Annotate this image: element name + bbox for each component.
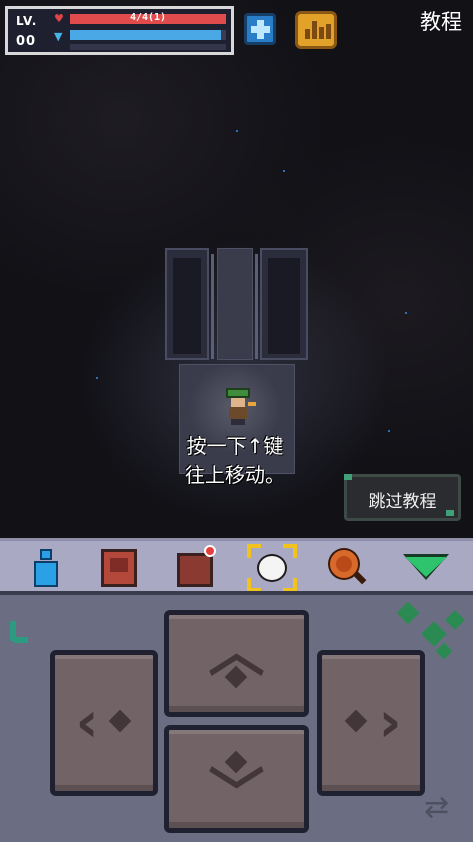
- pipe: [255, 254, 258, 359]
- character-icon: [40, 549, 52, 560]
- notification-badge: [204, 545, 216, 557]
- skip-tutorial-label: 跳过教程: [368, 492, 437, 512]
- player-status-panel: LV. 00 ♥ ▼ 4/4(1): [5, 6, 234, 55]
- chevron-down-icon: [405, 557, 447, 577]
- bottom-toolbar: [0, 538, 473, 592]
- star: [283, 170, 285, 172]
- backpack-icon: [177, 553, 213, 587]
- arrow-right-icon: ›: [378, 690, 402, 755]
- bar-chart-icon: [305, 29, 310, 39]
- move-down-button[interactable]: ﹀: [164, 725, 309, 833]
- health-bar: 4/4(1): [70, 12, 226, 24]
- hint-line: 往上移动。: [185, 463, 285, 487]
- pipe: [211, 254, 214, 359]
- mana-bar: [70, 30, 226, 40]
- game-viewport: LV. 00 ♥ ▼ 4/4(1) 教程 按一下↑键 往上移动。 跳过教程: [0, 0, 473, 538]
- move-right-button[interactable]: ›: [317, 650, 425, 796]
- skip-tutorial-button[interactable]: 跳过教程: [344, 474, 461, 521]
- collapse-toolbar-button[interactable]: [403, 547, 449, 589]
- tutorial-hint: 按一下↑键 往上移动。: [160, 432, 310, 490]
- level-value: 00: [16, 34, 37, 49]
- vine-decoration: [396, 601, 420, 625]
- star: [388, 430, 390, 432]
- inventory-icon: [101, 549, 137, 587]
- swap-icon[interactable]: ⇄: [424, 790, 449, 825]
- mana-drop-icon: ▼: [54, 30, 63, 43]
- hint-line: 按一下↑键: [186, 434, 284, 458]
- movement-controls: ︿ ﹀ ‹ ›: [0, 591, 473, 842]
- heart-icon: ♥: [54, 12, 64, 25]
- star: [96, 377, 98, 379]
- health-text: 4/4(1): [129, 12, 167, 23]
- player-character: [222, 388, 258, 426]
- stats-button[interactable]: [295, 11, 337, 49]
- arrow-down-icon: ﹀: [208, 763, 265, 828]
- character-button[interactable]: [25, 547, 67, 589]
- heal-button[interactable]: [244, 13, 276, 45]
- inventory-button[interactable]: [98, 547, 140, 589]
- arrow-left-icon: ‹: [75, 690, 99, 755]
- search-button[interactable]: [326, 547, 368, 589]
- move-up-button[interactable]: ︿: [164, 610, 309, 717]
- mana-bar-fill: [70, 30, 222, 40]
- star: [405, 312, 407, 314]
- focus-button[interactable]: [247, 544, 297, 592]
- leaf-decoration: [344, 474, 352, 480]
- right-wall-shadow: [268, 258, 300, 354]
- backpack-button[interactable]: [174, 545, 216, 589]
- corridor-floor: [217, 248, 253, 360]
- move-left-button[interactable]: ‹: [50, 650, 158, 796]
- level-label: LV.: [16, 14, 38, 28]
- experience-bar: [70, 44, 226, 50]
- star: [236, 130, 238, 132]
- page-title: 教程: [420, 10, 462, 34]
- focus-target-icon: [259, 556, 285, 580]
- left-wall-shadow: [173, 258, 201, 354]
